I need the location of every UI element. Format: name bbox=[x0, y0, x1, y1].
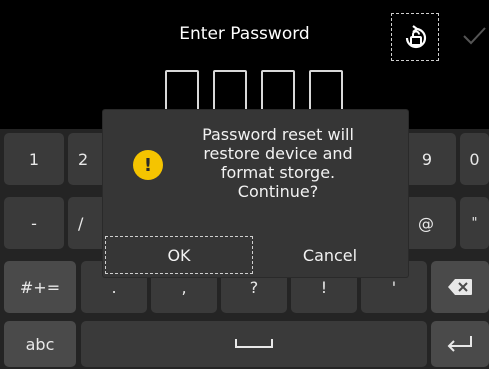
space-bar-icon bbox=[235, 339, 273, 348]
pin-digit-box[interactable] bbox=[165, 70, 199, 115]
backspace-icon bbox=[448, 279, 472, 295]
key-slash[interactable]: / bbox=[68, 197, 108, 249]
reset-password-button[interactable] bbox=[391, 13, 439, 61]
dialog-message-line: format storge. bbox=[220, 163, 336, 182]
exclamation-icon: ! bbox=[133, 150, 163, 180]
cancel-button[interactable]: Cancel bbox=[255, 236, 405, 274]
ok-button[interactable]: OK bbox=[105, 236, 253, 274]
key-symbols[interactable]: #+= bbox=[4, 261, 76, 313]
pin-digit-box[interactable] bbox=[261, 70, 295, 115]
key-quote[interactable]: " bbox=[460, 197, 489, 249]
key-abc[interactable]: abc bbox=[4, 321, 76, 367]
header-bar: Enter Password bbox=[0, 0, 489, 74]
key-1[interactable]: 1 bbox=[4, 133, 64, 185]
reset-confirm-dialog: ! Password reset will restore device and… bbox=[103, 110, 408, 277]
dialog-message-line: Password reset will bbox=[202, 125, 354, 144]
space-key[interactable] bbox=[81, 321, 427, 367]
pin-digit-box[interactable] bbox=[309, 70, 343, 115]
confirm-button[interactable] bbox=[460, 22, 488, 50]
key-2[interactable]: 2 bbox=[68, 133, 108, 185]
enter-key[interactable] bbox=[431, 321, 489, 367]
dialog-message-line: Continue? bbox=[237, 182, 319, 201]
unlock-rotate-icon bbox=[405, 25, 427, 49]
enter-icon bbox=[447, 336, 472, 352]
backspace-key[interactable] bbox=[431, 261, 489, 313]
key-0[interactable]: 0 bbox=[460, 133, 489, 185]
key-dash[interactable]: - bbox=[4, 197, 64, 249]
dialog-message: Password reset will restore device and f… bbox=[173, 125, 383, 201]
checkmark-icon bbox=[463, 27, 486, 45]
pin-digit-box[interactable] bbox=[213, 70, 247, 115]
dialog-message-line: restore device and bbox=[203, 144, 353, 163]
